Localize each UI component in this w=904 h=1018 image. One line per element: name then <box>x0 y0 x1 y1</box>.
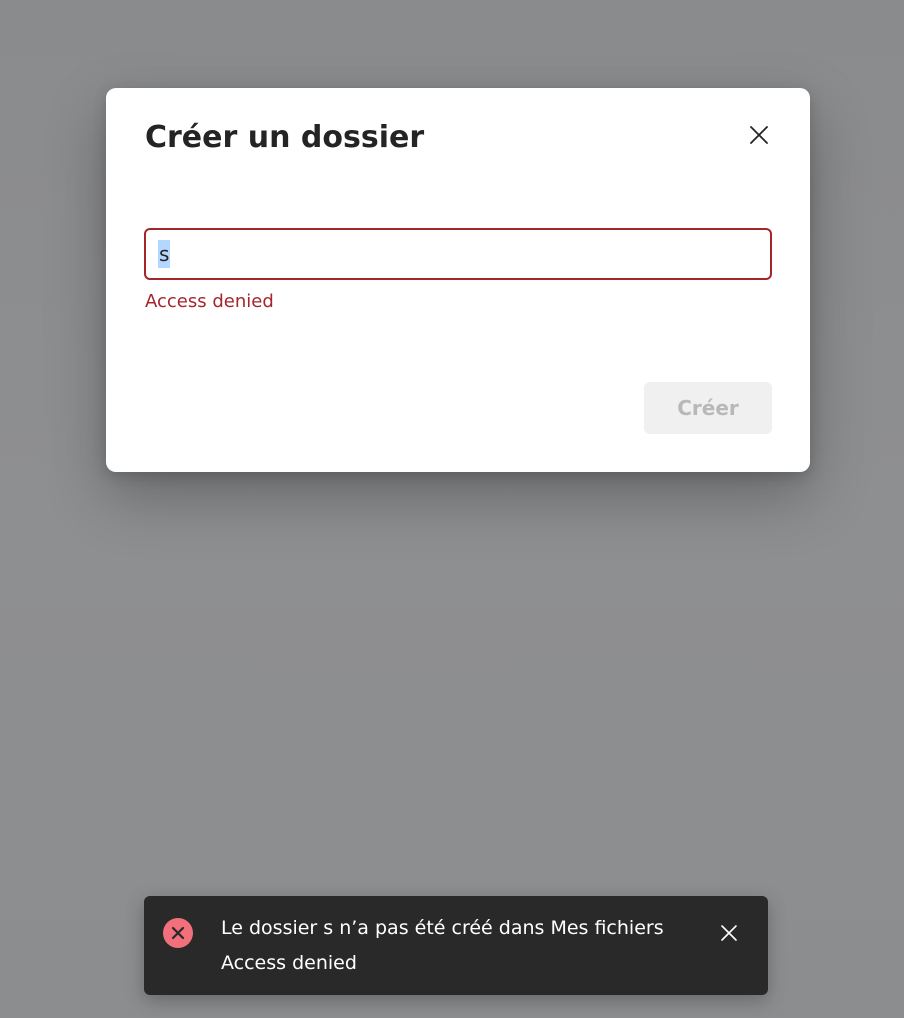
dialog-close-button[interactable] <box>744 120 774 150</box>
dialog-title: Créer un dossier <box>145 120 425 155</box>
create-button[interactable]: Créer <box>644 382 772 434</box>
toast-close-button[interactable] <box>716 920 742 946</box>
toast-title: Le dossier s n’a pas été créé dans Mes f… <box>221 917 664 939</box>
close-icon <box>721 925 737 941</box>
close-icon <box>750 126 768 144</box>
toast-message: Access denied <box>221 952 357 974</box>
folder-name-input[interactable]: s <box>144 228 772 280</box>
error-toast: Le dossier s n’a pas été créé dans Mes f… <box>144 896 768 995</box>
create-folder-dialog: Créer un dossier s Access denied Créer <box>106 88 810 472</box>
input-error-message: Access denied <box>145 291 274 312</box>
folder-name-value: s <box>158 240 171 268</box>
error-circle-icon <box>163 918 193 948</box>
